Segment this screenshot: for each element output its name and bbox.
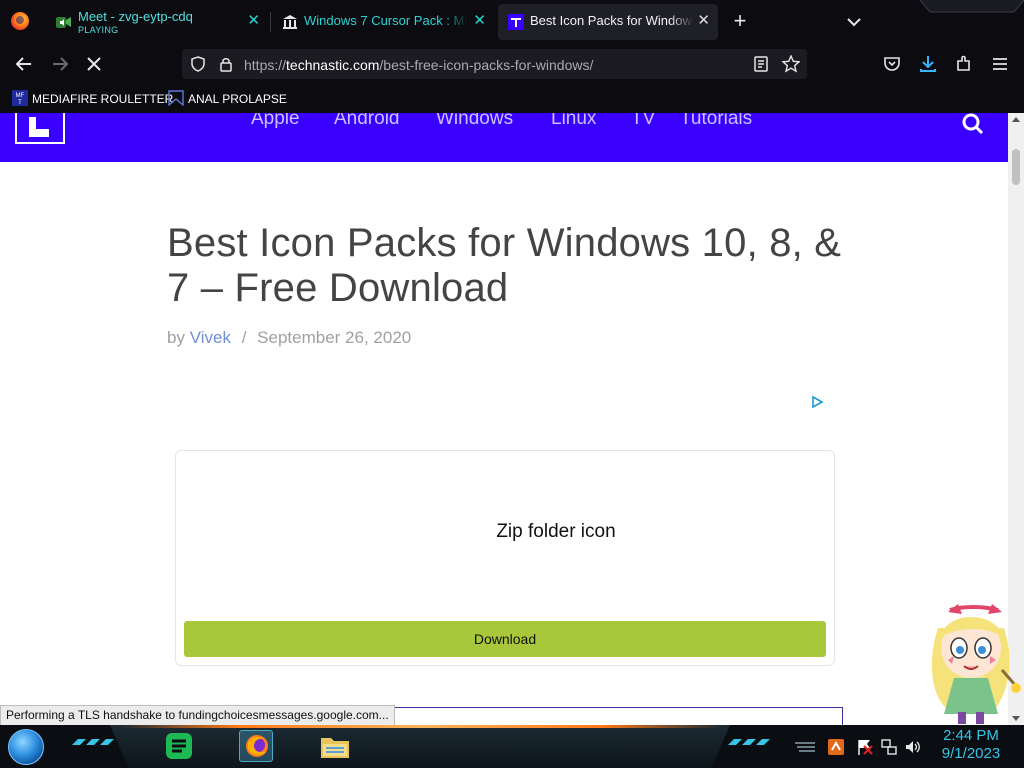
- tab-title: Meet - zvg-eytp-cdq: [78, 9, 193, 24]
- firefox-taskbar-button[interactable]: [239, 730, 273, 762]
- byline-by: by: [167, 328, 185, 347]
- nav-windows[interactable]: Windows: [436, 113, 513, 130]
- tracking-protection-shield-icon[interactable]: [190, 56, 206, 72]
- stop-loading-icon[interactable]: [84, 54, 104, 74]
- url-text[interactable]: https://technastic.com/best-free-icon-pa…: [244, 57, 593, 73]
- svg-text:MF: MF: [16, 93, 25, 99]
- clock-time: 2:44 PM: [943, 727, 999, 744]
- mediafire-icon: MF T: [12, 90, 28, 106]
- scroll-up-arrow-icon[interactable]: [1012, 117, 1020, 122]
- firefox-menu-icon[interactable]: [11, 12, 29, 30]
- article-byline: by Vivek / September 26, 2020: [167, 328, 411, 348]
- volume-speaker-icon[interactable]: [904, 738, 922, 756]
- forward-arrow-icon[interactable]: [50, 54, 70, 74]
- tab-separator: [270, 12, 271, 32]
- web-page: Apple Android Windows Linux TV Tutorials…: [0, 113, 1008, 725]
- publish-date: September 26, 2020: [257, 328, 412, 347]
- status-panel: Performing a TLS handshake to fundingcho…: [0, 705, 395, 726]
- firefox-icon: [246, 735, 268, 757]
- close-tab-icon[interactable]: ✕: [247, 11, 260, 29]
- speaker-playing-icon: [56, 17, 71, 28]
- nav-tv[interactable]: TV: [631, 113, 655, 130]
- tab-playing-label: PLAYING: [78, 25, 119, 35]
- technastic-favicon-icon: [508, 14, 524, 30]
- window-frame-decoration: [920, 0, 1024, 13]
- ad-title: Zip folder icon: [496, 521, 616, 542]
- clock-date: 9/1/2023: [941, 745, 1001, 762]
- close-tab-icon[interactable]: ✕: [697, 11, 710, 29]
- url-scheme: https://: [244, 57, 287, 73]
- taskbar-decor-dashes: [728, 739, 770, 745]
- taskbar-center-panel: [110, 725, 730, 768]
- url-domain: technastic.com: [286, 57, 380, 73]
- ad-download-button[interactable]: Download: [184, 621, 826, 657]
- notes-app-icon[interactable]: [162, 730, 196, 762]
- bookmark-star-icon[interactable]: [782, 55, 800, 73]
- byline-separator: /: [241, 328, 247, 347]
- nav-apple[interactable]: Apple: [251, 113, 300, 130]
- nav-linux[interactable]: Linux: [551, 113, 596, 130]
- tab-best-icon-packs[interactable]: Best Icon Packs for Windows 10 ✕: [498, 4, 718, 40]
- scroll-thumb[interactable]: [1012, 149, 1020, 185]
- ad-card: Zip folder icon Download: [175, 450, 835, 666]
- hamburger-menu-icon[interactable]: [990, 54, 1010, 74]
- pocket-icon[interactable]: [882, 54, 902, 74]
- author-link[interactable]: Vivek: [190, 328, 231, 347]
- bookmark-icon: [168, 90, 184, 106]
- tab-cursor-pack[interactable]: Windows 7 Cursor Pack : Micro ✕: [272, 4, 494, 40]
- taskbar-decor-dashes: [72, 739, 114, 745]
- taskbar: [0, 725, 1024, 768]
- extensions-puzzle-icon[interactable]: [954, 54, 974, 74]
- svg-text:T: T: [18, 100, 22, 106]
- search-icon[interactable]: [962, 113, 984, 135]
- list-all-tabs-chevron-icon[interactable]: [843, 12, 865, 32]
- file-explorer-icon[interactable]: [318, 730, 352, 762]
- tab-title: Windows 7 Cursor Pack : Micro: [304, 13, 468, 28]
- archive-museum-icon: [283, 15, 297, 29]
- taskbar-clock[interactable]: 2:44 PM 9/1/2023: [930, 727, 1012, 763]
- screen: Meet - zvg-eytp-cdq PLAYING ✕ Windows 7 …: [0, 0, 1024, 768]
- nav-tutorials[interactable]: Tutorials: [680, 113, 752, 130]
- site-header: Apple Android Windows Linux TV Tutorials: [0, 113, 1008, 162]
- technastic-logo[interactable]: [15, 113, 65, 144]
- tray-grip-icon[interactable]: [793, 738, 817, 756]
- nav-android[interactable]: Android: [334, 113, 400, 130]
- content-box: [385, 707, 843, 725]
- action-center-flag-icon[interactable]: [856, 738, 874, 756]
- lock-icon[interactable]: [218, 56, 234, 72]
- downloads-icon[interactable]: [918, 54, 938, 74]
- back-arrow-icon[interactable]: [14, 54, 34, 74]
- bookmark-label: MEDIAFIRE ROULETTER: [32, 92, 174, 106]
- navigation-toolbar: https://technastic.com/best-free-icon-pa…: [0, 44, 1024, 84]
- tab-strip: Meet - zvg-eytp-cdq PLAYING ✕ Windows 7 …: [0, 0, 1024, 44]
- address-bar[interactable]: https://technastic.com/best-free-icon-pa…: [182, 49, 807, 79]
- tab-title: Best Icon Packs for Windows 10: [530, 13, 694, 28]
- url-path: /best-free-icon-packs-for-windows/: [379, 57, 594, 73]
- close-tab-icon[interactable]: ✕: [473, 11, 486, 29]
- bookmark-label: ANAL PROLAPSE: [188, 92, 287, 106]
- bookmarks-toolbar: MF T MEDIAFIRE ROULETTER ANAL PROLAPSE: [0, 84, 1024, 113]
- adchoices-icon[interactable]: [810, 395, 824, 409]
- start-button-orb-icon[interactable]: [8, 729, 44, 765]
- taskbar-glow: [120, 725, 720, 728]
- tab-meet[interactable]: Meet - zvg-eytp-cdq PLAYING ✕: [46, 4, 268, 40]
- reader-view-icon[interactable]: [753, 56, 769, 72]
- network-icon[interactable]: [880, 738, 898, 756]
- star-butterfly-desktop-mascot: [931, 604, 1021, 724]
- article-title: Best Icon Packs for Windows 10, 8, & 7 –…: [167, 221, 842, 310]
- new-tab-plus-icon[interactable]: +: [730, 10, 750, 32]
- tray-app-icon[interactable]: [827, 738, 845, 756]
